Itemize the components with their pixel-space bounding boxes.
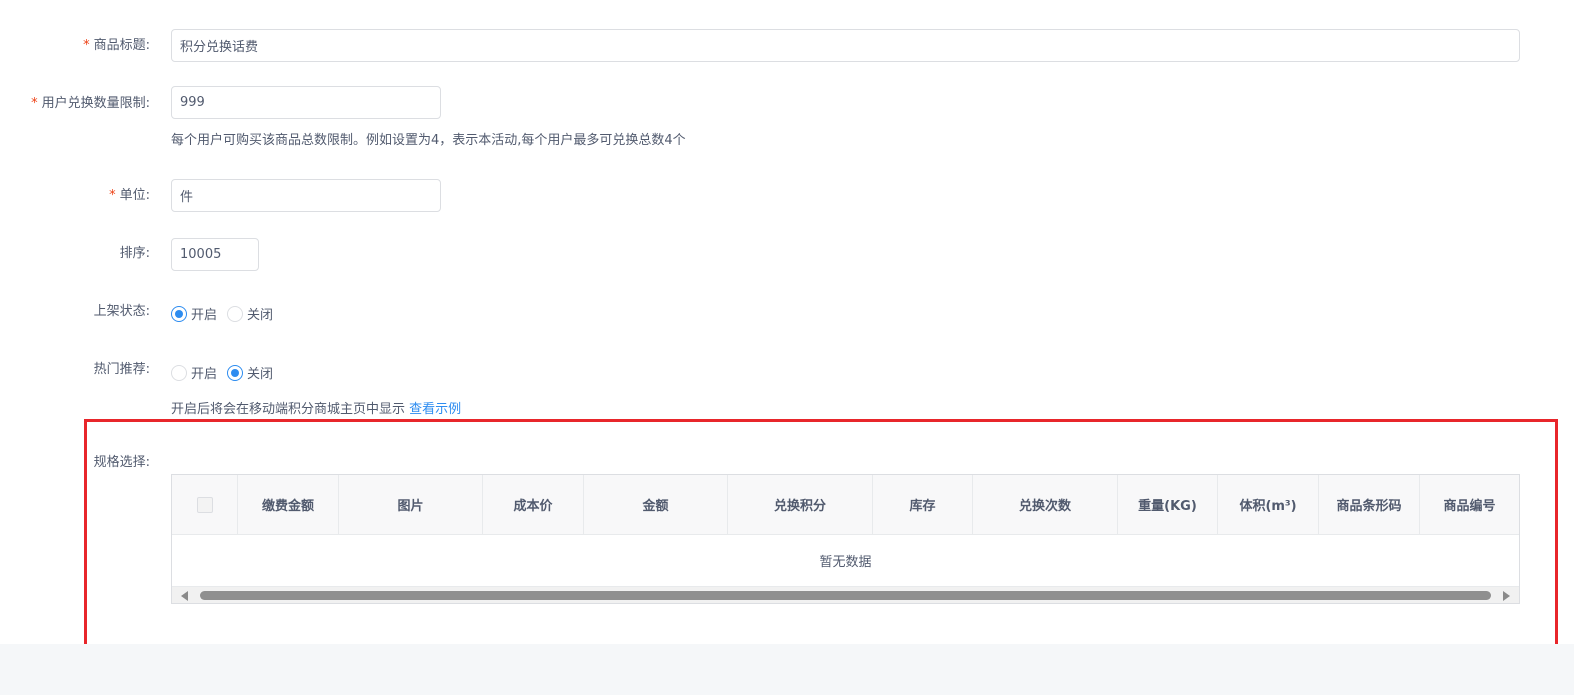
limit-input[interactable] (171, 86, 441, 119)
title-label: * 商品标题: (83, 38, 150, 54)
sort-input[interactable] (171, 238, 259, 271)
required-mark: * (31, 96, 38, 111)
radio-label: 开启 (191, 367, 218, 382)
highlight-annotation-box (84, 419, 1558, 660)
limit-label: * 用户兑换数量限制: (31, 96, 150, 112)
hot-recommend-label: 热门推荐: (93, 362, 150, 377)
view-example-link[interactable]: 查看示例 (409, 402, 461, 417)
radio-unchecked-icon (171, 364, 187, 381)
required-mark: * (109, 188, 116, 203)
hot-recommend-off-radio[interactable]: 关闭 (227, 363, 273, 382)
required-mark: * (83, 38, 90, 53)
sort-label: 排序: (119, 246, 150, 261)
unit-input[interactable] (171, 179, 441, 212)
title-label-text: 商品标题: (93, 38, 150, 53)
hot-recommend-radio-group: 开启 关闭 (171, 363, 283, 382)
limit-label-text: 用户兑换数量限制: (41, 96, 150, 111)
limit-help-text: 每个用户可购买该商品总数限制。例如设置为4，表示本活动,每个用户最多可兑换总数4… (171, 133, 686, 148)
shelf-status-off-radio[interactable]: 关闭 (227, 304, 273, 323)
radio-checked-icon (171, 305, 187, 322)
title-input[interactable] (171, 29, 1520, 62)
radio-label: 关闭 (247, 367, 274, 382)
unit-label-text: 单位: (119, 188, 150, 203)
unit-label: * 单位: (109, 188, 150, 204)
radio-label: 开启 (191, 308, 218, 323)
radio-checked-icon (227, 364, 244, 381)
shelf-status-on-radio[interactable]: 开启 (171, 304, 217, 323)
radio-label: 关闭 (247, 308, 274, 323)
hot-recommend-on-radio[interactable]: 开启 (171, 363, 217, 382)
hot-recommend-help-text: 开启后将会在移动端积分商城主页中显示 (171, 402, 406, 417)
hot-recommend-help: 开启后将会在移动端积分商城主页中显示 查看示例 (171, 398, 461, 417)
shelf-status-radio-group: 开启 关闭 (171, 304, 283, 323)
page-footer-area (0, 644, 1574, 695)
radio-unchecked-icon (227, 305, 244, 322)
shelf-status-label: 上架状态: (93, 304, 150, 319)
